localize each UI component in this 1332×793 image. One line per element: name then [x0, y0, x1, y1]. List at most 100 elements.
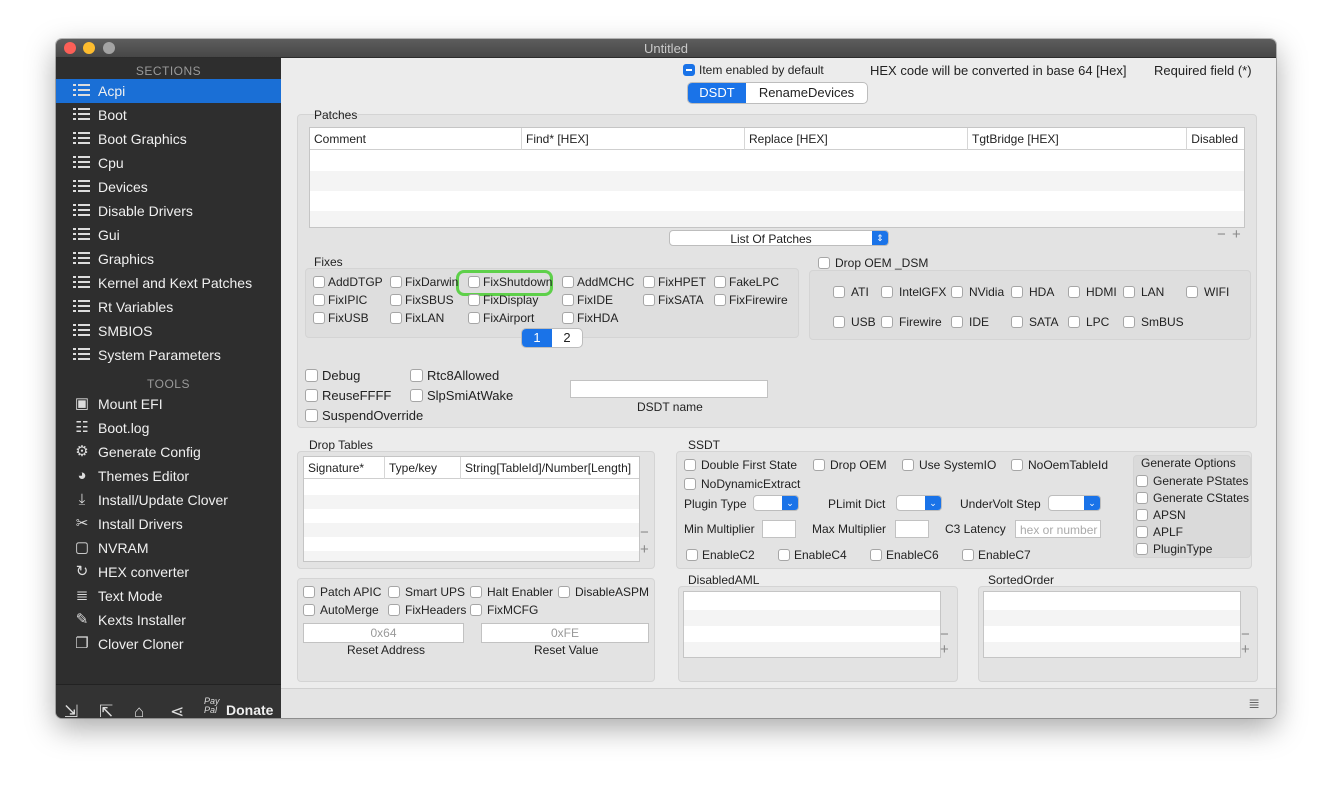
fixheaders-checkbox[interactable] — [388, 604, 400, 616]
rtc8allowed-checkbox[interactable] — [410, 369, 423, 382]
smbus-checkbox[interactable] — [1123, 316, 1135, 328]
fixes-page-2[interactable]: 2 — [552, 329, 582, 347]
fixfirewire-checkbox[interactable] — [714, 294, 726, 306]
generate-cstates-checkbox[interactable] — [1136, 492, 1148, 504]
enablec6-checkbox[interactable] — [870, 549, 882, 561]
tab-dsdt[interactable]: DSDT — [688, 83, 746, 103]
fixsbus-checkbox[interactable] — [390, 294, 402, 306]
fixhda-checkbox[interactable] — [562, 312, 574, 324]
enablec7-checkbox[interactable] — [962, 549, 974, 561]
addmchc-checkbox[interactable] — [562, 276, 574, 288]
col-signature[interactable]: Signature* — [308, 461, 364, 475]
aplf-checkbox[interactable] — [1136, 526, 1148, 538]
home-icon[interactable]: ⌂ — [134, 702, 144, 718]
firewire-checkbox[interactable] — [881, 316, 893, 328]
sidebar-item-devices[interactable]: Devices — [56, 175, 281, 199]
tool-clover-cloner[interactable]: ❐ Clover Cloner — [56, 632, 281, 656]
slpsmiatwake-checkbox[interactable] — [410, 389, 423, 402]
debug-checkbox[interactable] — [305, 369, 318, 382]
remove-table-button[interactable]: − — [640, 524, 649, 541]
fixdisplay-checkbox[interactable] — [468, 294, 480, 306]
tool-hex-converter[interactable]: ↻ HEX converter — [56, 560, 281, 584]
tool-generate-config[interactable]: ⚙ Generate Config — [56, 440, 281, 464]
remove-patch-button[interactable]: − — [1217, 226, 1226, 243]
drop-tables-table[interactable]: Signature* Type/key String[TableId]/Numb… — [303, 456, 640, 562]
double-first-state-checkbox[interactable] — [684, 459, 696, 471]
sidebar-item-rt-variables[interactable]: Rt Variables — [56, 295, 281, 319]
tool-text-mode[interactable]: ≣ Text Mode — [56, 584, 281, 608]
nodynamicextract-checkbox[interactable] — [684, 478, 696, 490]
reset-address-input[interactable]: 0x64 — [303, 623, 464, 643]
fixusb-checkbox[interactable] — [313, 312, 325, 324]
fixes-page-1[interactable]: 1 — [522, 329, 552, 347]
sidebar-item-graphics[interactable]: Graphics — [56, 247, 281, 271]
col-disabled[interactable]: Disabled — [1191, 132, 1238, 146]
smart-ups-checkbox[interactable] — [388, 586, 400, 598]
fixdarwin-checkbox[interactable] — [390, 276, 402, 288]
lan-checkbox[interactable] — [1123, 286, 1135, 298]
patches-table[interactable]: Comment Find* [HEX] Replace [HEX] TgtBri… — [309, 127, 1245, 228]
generate-pstates-checkbox[interactable] — [1136, 475, 1148, 487]
c3-latency-input[interactable]: hex or number — [1015, 520, 1101, 538]
col-type-key[interactable]: Type/key — [389, 461, 437, 475]
hda-checkbox[interactable] — [1011, 286, 1023, 298]
tool-nvram[interactable]: ▢ NVRAM — [56, 536, 281, 560]
reset-value-input[interactable]: 0xFE — [481, 623, 649, 643]
sidebar-item-kernel-and-kext-patches[interactable]: Kernel and Kext Patches — [56, 271, 281, 295]
sidebar-item-cpu[interactable]: Cpu — [56, 151, 281, 175]
drop-oem-dsm-checkbox[interactable] — [818, 257, 830, 269]
enablec4-checkbox[interactable] — [778, 549, 790, 561]
tab-rename-devices[interactable]: RenameDevices — [746, 83, 867, 103]
add-table-button[interactable]: + — [640, 541, 649, 558]
col-find[interactable]: Find* [HEX] — [526, 132, 589, 146]
col-string[interactable]: String[TableId]/Number[Length] — [465, 461, 631, 475]
undervolt-step-popup[interactable]: ⌄ — [1048, 495, 1101, 511]
halt-enabler-checkbox[interactable] — [470, 586, 482, 598]
patch-apic-checkbox[interactable] — [303, 586, 315, 598]
ati-checkbox[interactable] — [833, 286, 845, 298]
fixmcfg-checkbox[interactable] — [470, 604, 482, 616]
col-comment[interactable]: Comment — [314, 132, 366, 146]
adddtgp-checkbox[interactable] — [313, 276, 325, 288]
tool-kexts-installer[interactable]: ✎ Kexts Installer — [56, 608, 281, 632]
tool-install-drivers[interactable]: ✂ Install Drivers — [56, 512, 281, 536]
dsdt-name-input[interactable] — [570, 380, 768, 398]
paypal-icon[interactable]: Pay Pal — [204, 697, 222, 715]
add-disabled-aml-button[interactable]: + — [940, 641, 949, 658]
fixipic-checkbox[interactable] — [313, 294, 325, 306]
plugin-type-popup[interactable]: ⌄ — [753, 495, 799, 511]
use-systemio-checkbox[interactable] — [902, 459, 914, 471]
min-multiplier-input[interactable] — [762, 520, 796, 538]
fixlan-checkbox[interactable] — [390, 312, 402, 324]
disabled-aml-list[interactable] — [683, 591, 941, 658]
ide-checkbox[interactable] — [951, 316, 963, 328]
fakelpc-checkbox[interactable] — [714, 276, 726, 288]
tool-install-update-clover[interactable]: ⤓ Install/Update Clover — [56, 488, 281, 512]
tool-boot-log[interactable]: ☷ Boot.log — [56, 416, 281, 440]
menu-icon[interactable]: ≣ — [1248, 695, 1260, 712]
nvidia-checkbox[interactable] — [951, 286, 963, 298]
sidebar-item-acpi[interactable]: Acpi — [56, 79, 281, 103]
plugintype-checkbox[interactable] — [1136, 543, 1148, 555]
col-replace[interactable]: Replace [HEX] — [749, 132, 828, 146]
hdmi-checkbox[interactable] — [1068, 286, 1080, 298]
list-of-patches-popup[interactable]: List Of Patches ⇕ — [669, 230, 889, 246]
sidebar-item-boot[interactable]: Boot — [56, 103, 281, 127]
import-icon[interactable]: ⇲ — [64, 702, 78, 718]
sorted-order-list[interactable] — [983, 591, 1241, 658]
tool-mount-efi[interactable]: ▣ Mount EFI — [56, 392, 281, 416]
intelgfx-checkbox[interactable] — [881, 286, 893, 298]
nooemtableid-checkbox[interactable] — [1011, 459, 1023, 471]
sidebar-item-smbios[interactable]: SMBIOS — [56, 319, 281, 343]
col-tgtbridge[interactable]: TgtBridge [HEX] — [972, 132, 1059, 146]
fixsata-checkbox[interactable] — [643, 294, 655, 306]
sidebar-item-gui[interactable]: Gui — [56, 223, 281, 247]
wifi-checkbox[interactable] — [1186, 286, 1198, 298]
fixairport-checkbox[interactable] — [468, 312, 480, 324]
tool-themes-editor[interactable]: ◕ Themes Editor — [56, 464, 281, 488]
item-enabled-checkbox[interactable] — [683, 64, 695, 76]
enablec2-checkbox[interactable] — [686, 549, 698, 561]
max-multiplier-input[interactable] — [895, 520, 929, 538]
apsn-checkbox[interactable] — [1136, 509, 1148, 521]
automerge-checkbox[interactable] — [303, 604, 315, 616]
